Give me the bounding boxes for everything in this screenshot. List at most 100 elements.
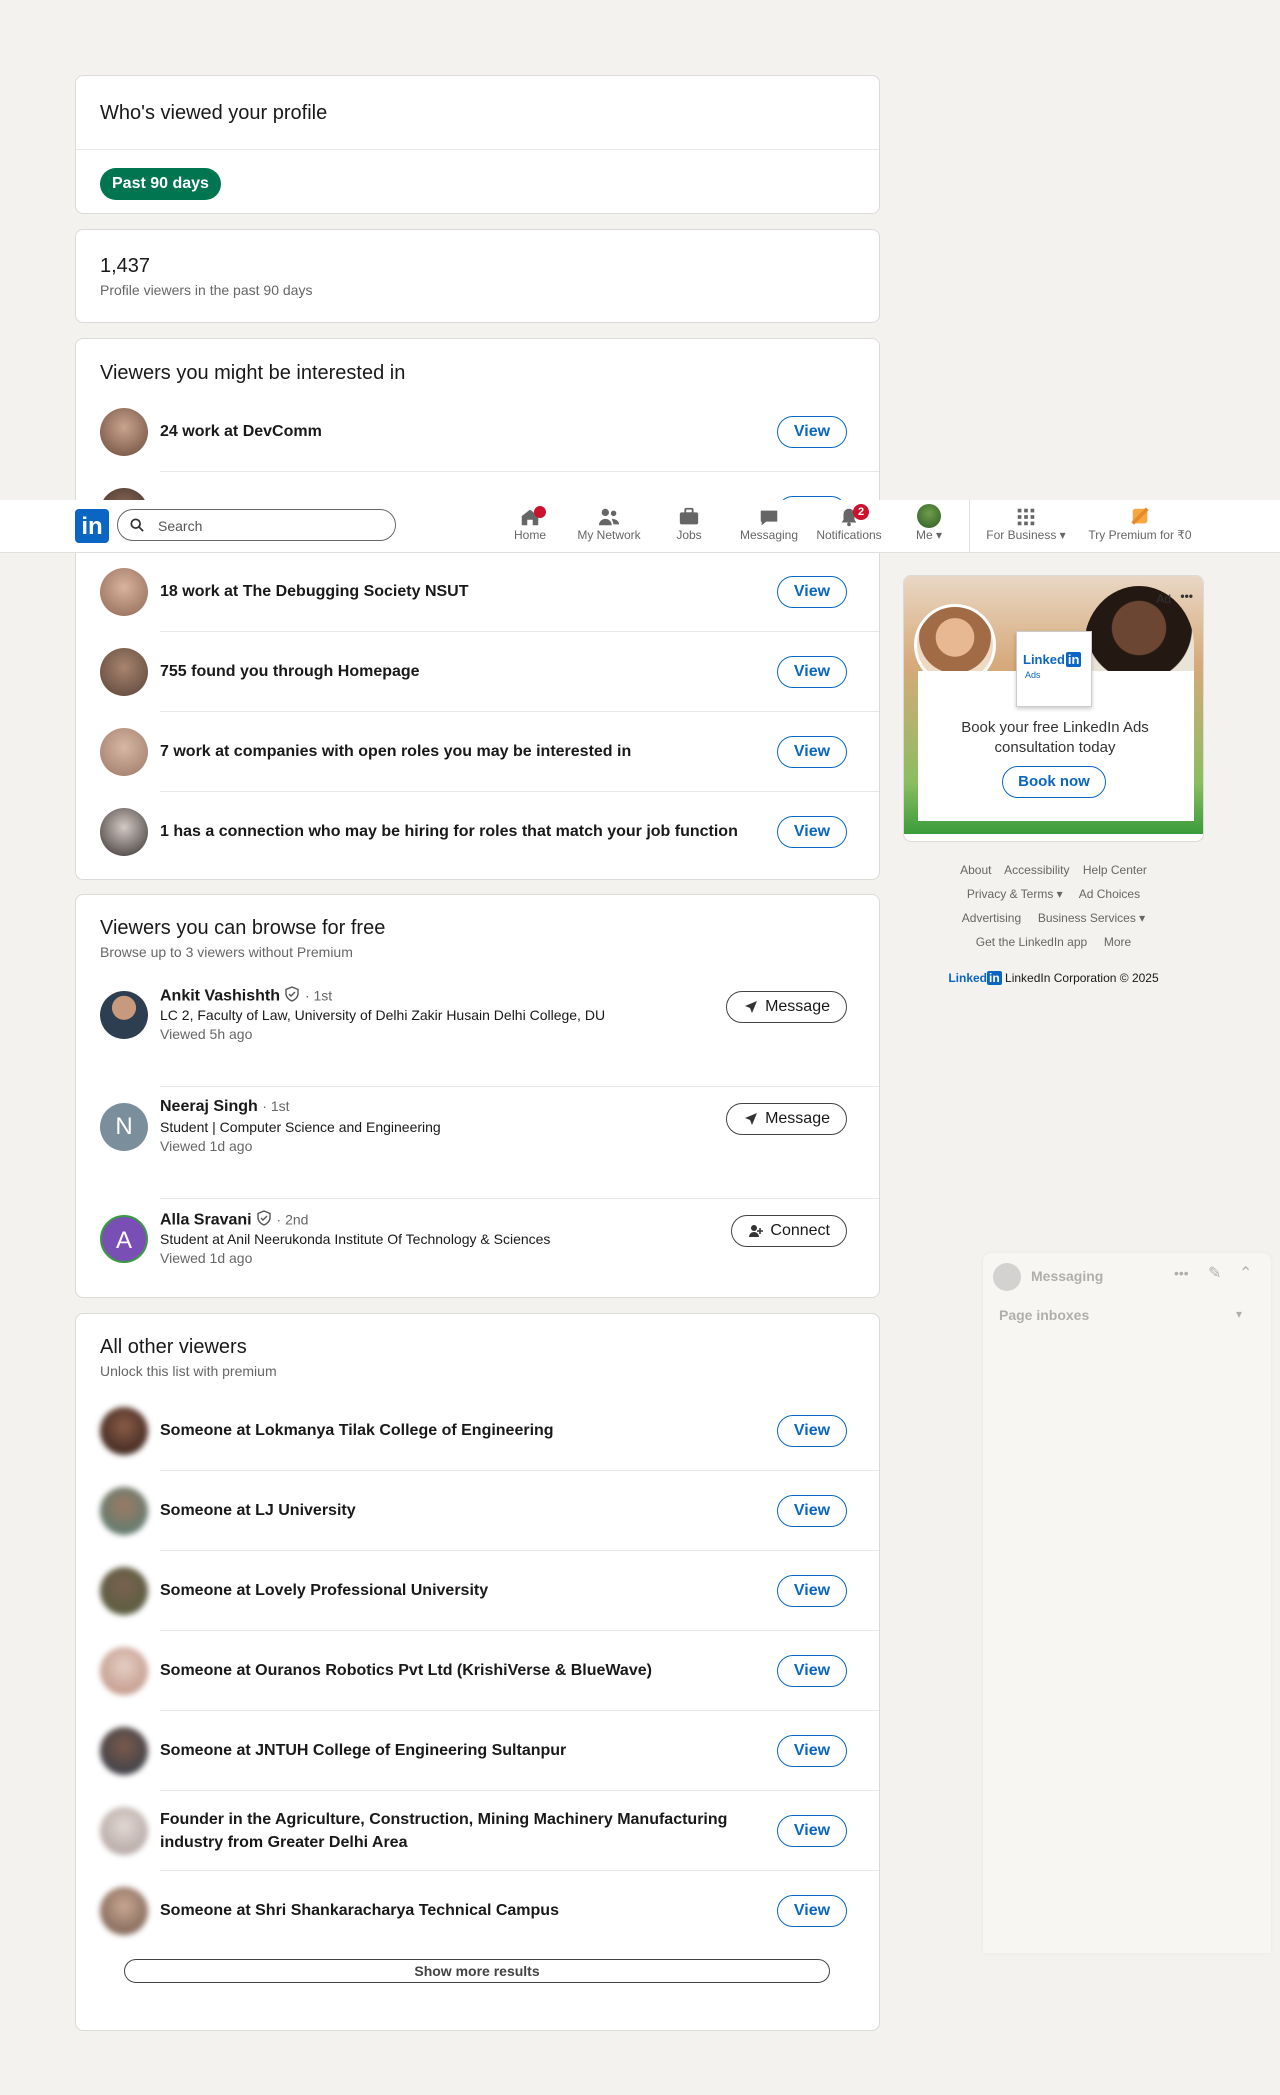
avatar: N	[100, 1103, 148, 1151]
footer-link-ad-choices[interactable]: Ad Choices	[1079, 887, 1140, 901]
list-item-label: Founder in the Agriculture, Construction…	[160, 1811, 728, 1851]
messaging-panel[interactable]: Messaging ••• ✎ ⌃ Page inboxes ▾	[983, 1253, 1271, 1953]
avatar	[917, 504, 941, 528]
footer-link-privacy-terms[interactable]: Privacy & Terms ▾	[967, 887, 1063, 901]
viewer-headline: LC 2, Faculty of Law, University of Delh…	[160, 1007, 606, 1023]
footer-link-more[interactable]: More	[1104, 935, 1131, 949]
ad-card[interactable]: Ad ••• Linked in Ads Book your free Linke…	[903, 575, 1204, 842]
verified-icon	[256, 1210, 272, 1231]
view-button[interactable]: View	[777, 1815, 847, 1847]
footer: About Accessibility Help Center Privacy …	[903, 858, 1204, 990]
view-button[interactable]: View	[777, 1495, 847, 1527]
viewers-interested-card: Viewers you might be interested in 24 wo…	[75, 338, 880, 880]
messaging-title[interactable]: Messaging	[1031, 1268, 1103, 1284]
view-button[interactable]: View	[777, 1735, 847, 1767]
list-item[interactable]: 7 work at companies with open roles you …	[76, 712, 879, 792]
nav-try-premium[interactable]: Try Premium for ₹0	[1080, 504, 1200, 542]
list-item[interactable]: 18 work at The Debugging Society NSUT Vi…	[76, 552, 879, 632]
list-item[interactable]: Someone at Lovely Professional Universit…	[76, 1551, 879, 1631]
view-button[interactable]: View	[777, 1575, 847, 1607]
section-title: All other viewers	[100, 1336, 247, 1358]
messaging-icon	[760, 510, 778, 526]
book-now-button[interactable]: Book now	[1002, 766, 1106, 798]
top-nav: in Search Home My Network Jobs Messaging…	[0, 500, 1280, 553]
viewed-time: Viewed 1d ago	[160, 1250, 253, 1266]
list-item[interactable]: Someone at Ouranos Robotics Pvt Ltd (Kri…	[76, 1631, 879, 1711]
page-inboxes-dropdown[interactable]: Page inboxes	[999, 1307, 1089, 1323]
linkedin-logo[interactable]: in	[75, 509, 109, 543]
notification-dot	[534, 506, 546, 518]
message-button[interactable]: Message	[726, 1103, 847, 1135]
footer-link-advertising[interactable]: Advertising	[962, 911, 1021, 925]
list-item-label: Someone at Shri Shankaracharya Technical…	[160, 1902, 559, 1919]
list-item[interactable]: Someone at Shri Shankaracharya Technical…	[76, 1871, 879, 1951]
chevron-down-icon: ▾	[1236, 1307, 1243, 1321]
view-button[interactable]: View	[777, 576, 847, 608]
view-button[interactable]: View	[777, 1415, 847, 1447]
nav-my-network[interactable]: My Network	[569, 504, 649, 542]
view-button[interactable]: View	[777, 1895, 847, 1927]
notification-badge: 2	[853, 504, 869, 520]
viewer-name[interactable]: Neeraj Singh	[160, 1098, 258, 1115]
filter-chip-past-90-days[interactable]: Past 90 days	[100, 168, 221, 200]
view-button[interactable]: View	[777, 656, 847, 688]
list-item[interactable]: Founder in the Agriculture, Construction…	[76, 1791, 879, 1871]
list-item-label: Someone at Lovely Professional Universit…	[160, 1582, 489, 1599]
chevron-up-icon[interactable]: ⌃	[1239, 1263, 1252, 1283]
list-item[interactable]: Someone at Lokmanya Tilak College of Eng…	[76, 1391, 879, 1471]
avatar	[100, 808, 148, 856]
search-input[interactable]: Search	[117, 509, 396, 541]
nav-home[interactable]: Home	[490, 504, 570, 542]
avatar	[993, 1263, 1021, 1291]
ad-more-icon[interactable]: •••	[1180, 589, 1193, 603]
list-item-label: Someone at JNTUH College of Engineering …	[160, 1742, 567, 1759]
show-more-button[interactable]: Show more results	[124, 1959, 830, 1983]
list-item[interactable]: Someone at LJ University View	[76, 1471, 879, 1551]
avatar	[100, 1727, 148, 1775]
section-title: Viewers you can browse for free	[100, 917, 386, 939]
viewer-row[interactable]: A Alla Sravani · 2nd Student at Anil Nee…	[76, 1199, 879, 1299]
viewer-row[interactable]: N Neeraj Singh · 1st Student | Computer …	[76, 1087, 879, 1199]
connect-button[interactable]: Connect	[731, 1215, 847, 1247]
chevron-down-icon: ▾	[1059, 528, 1066, 542]
viewer-row[interactable]: Ankit Vashishth · 1st LC 2, Faculty of L…	[76, 975, 879, 1087]
add-person-icon	[749, 1225, 764, 1237]
compose-icon[interactable]: ✎	[1208, 1263, 1221, 1283]
list-item[interactable]: 24 work at DevComm View	[76, 392, 879, 472]
avatar	[100, 408, 148, 456]
network-icon	[598, 508, 620, 526]
nav-me[interactable]: Me ▾	[889, 504, 969, 542]
more-icon[interactable]: •••	[1174, 1265, 1189, 1281]
viewer-headline: Student | Computer Science and Engineeri…	[160, 1119, 441, 1135]
nav-notifications[interactable]: Notifications 2	[809, 504, 889, 542]
viewer-name[interactable]: Ankit Vashishth	[160, 988, 280, 1005]
footer-logo: Linked in	[948, 971, 1002, 985]
page-title: Who's viewed your profile	[100, 102, 328, 124]
list-item[interactable]: 755 found you through Homepage View	[76, 632, 879, 712]
footer-link-accessibility[interactable]: Accessibility	[1004, 863, 1069, 877]
footer-link-help-center[interactable]: Help Center	[1083, 863, 1147, 877]
send-icon	[745, 1113, 758, 1125]
list-item-label: 24 work at DevComm	[160, 423, 322, 440]
view-button[interactable]: View	[777, 736, 847, 768]
browse-free-viewers-card: Viewers you can browse for free Browse u…	[75, 894, 880, 1298]
nav-for-business[interactable]: For Business ▾	[980, 504, 1072, 542]
list-item[interactable]: 1 has a connection who may be hiring for…	[76, 792, 879, 872]
list-item[interactable]: Someone at JNTUH College of Engineering …	[76, 1711, 879, 1791]
view-button[interactable]: View	[777, 816, 847, 848]
nav-jobs[interactable]: Jobs	[649, 504, 729, 542]
message-button[interactable]: Message	[726, 991, 847, 1023]
view-button[interactable]: View	[777, 1655, 847, 1687]
footer-link-business-services[interactable]: Business Services ▾	[1038, 911, 1145, 925]
footer-link-get-app[interactable]: Get the LinkedIn app	[976, 935, 1087, 949]
viewer-count-label: Profile viewers in the past 90 days	[100, 282, 313, 298]
viewer-name[interactable]: Alla Sravani	[160, 1212, 252, 1229]
search-placeholder: Search	[158, 518, 203, 534]
connect-button-label: Connect	[770, 1222, 830, 1239]
premium-icon	[1131, 507, 1149, 525]
footer-link-about[interactable]: About	[960, 863, 991, 877]
section-subtitle: Browse up to 3 viewers without Premium	[100, 944, 353, 960]
list-item-label: Someone at Lokmanya Tilak College of Eng…	[160, 1422, 554, 1439]
view-button[interactable]: View	[777, 416, 847, 448]
nav-messaging[interactable]: Messaging	[729, 504, 809, 542]
